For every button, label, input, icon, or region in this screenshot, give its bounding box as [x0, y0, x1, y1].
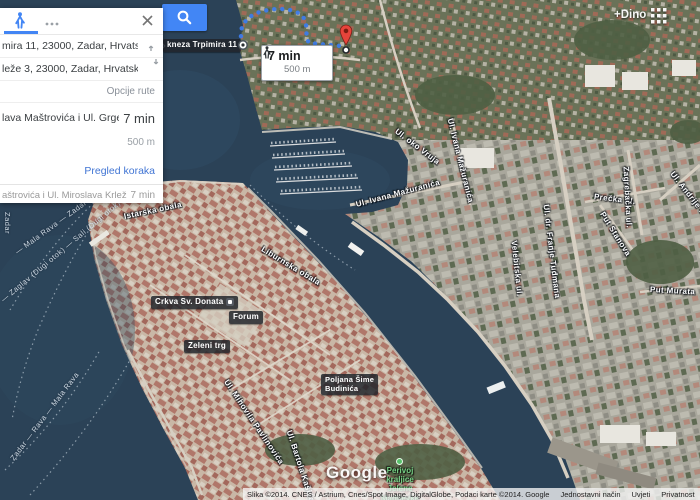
callout-duration: 7 min	[268, 49, 301, 63]
alt-route-name: aštrovića i Ul. Miroslava Krleže	[2, 190, 127, 201]
ellipsis-icon	[44, 19, 60, 29]
alternative-route-row[interactable]: aštrovića i Ul. Miroslava Krleže 7 min	[0, 184, 163, 205]
poi-text: Zeleni trg	[188, 341, 226, 351]
poi-text: Poljana Šime	[325, 375, 374, 384]
travel-mode-tabs	[0, 8, 163, 35]
route-name: lava Maštrovića i Ul. Grge	[2, 112, 119, 124]
selected-route-row[interactable]: lava Maštrovića i Ul. Grge 7 min	[0, 103, 163, 133]
directions-panel: Opcije rute lava Maštrovića i Ul. Grge 7…	[0, 8, 163, 203]
google-profile-link[interactable]: +Dino	[614, 9, 646, 21]
poi-label-zeleni-trg[interactable]: Zeleni trg	[184, 340, 230, 353]
water-label-zadar: Zadar	[3, 212, 12, 234]
route-options-row: Opcije rute	[0, 81, 163, 103]
swap-endpoints-button[interactable]	[147, 43, 160, 67]
close-directions-button[interactable]	[141, 14, 154, 27]
attribution-bar: Slika ©2014. CNES / Astrium, Cnes/Spot I…	[243, 488, 700, 500]
route-options-link[interactable]: Opcije rute	[107, 86, 163, 97]
apps-grid-icon	[651, 8, 667, 24]
more-modes-button[interactable]	[44, 16, 60, 26]
poi-text: Forum	[233, 312, 259, 322]
poi-label-crkva-sv-donata[interactable]: Crkva Sv. Donata	[151, 296, 238, 309]
search-button[interactable]	[162, 4, 207, 31]
attribution-link-lite-mode[interactable]: Jednostavni način	[560, 490, 620, 499]
swap-arrows-icon	[147, 43, 160, 67]
landmark-icon	[226, 298, 234, 306]
route-distance-row: 500 m	[0, 133, 163, 157]
walking-icon	[262, 46, 272, 59]
google-watermark: Google	[326, 463, 388, 483]
origin-input[interactable]	[0, 40, 138, 52]
walking-icon	[13, 12, 27, 29]
close-icon	[141, 14, 154, 27]
apps-grid-button[interactable]	[651, 8, 667, 24]
route-callout[interactable]: 7 min 500 m	[261, 45, 333, 81]
step-overview-link[interactable]: Pregled koraka	[84, 165, 163, 177]
route-start-marker[interactable]	[237, 39, 249, 51]
destination-field-row	[0, 58, 163, 81]
origin-address-label[interactable]: kneza Trpimira 11	[163, 39, 241, 52]
google-maps-app: kneza Trpimira 11 7 min 500 m Crkva Sv. …	[0, 0, 700, 500]
origin-field-row	[0, 35, 163, 58]
alt-route-duration: 7 min	[131, 190, 155, 201]
park-label-line1: Perivoj kraljice	[386, 466, 414, 484]
attribution-link-privacy[interactable]: Privatnost	[661, 490, 694, 499]
search-icon	[176, 9, 193, 26]
map-credits: Slika ©2014. CNES / Astrium, Cnes/Spot I…	[247, 490, 549, 499]
steps-row: Pregled koraka	[0, 157, 163, 184]
attribution-link-terms[interactable]: Uvjeti	[632, 490, 651, 499]
destination-input[interactable]	[0, 63, 138, 75]
poi-text: Budinića	[325, 384, 358, 393]
poi-label-forum[interactable]: Forum	[229, 311, 263, 324]
origin-address-text: kneza Trpimira 11	[167, 40, 237, 50]
route-duration: 7 min	[123, 111, 155, 126]
destination-pin[interactable]	[338, 24, 354, 54]
poi-text: Crkva Sv. Donata	[155, 297, 223, 307]
walking-mode-tab[interactable]	[13, 12, 29, 30]
route-distance: 500 m	[127, 133, 163, 148]
park-marker-dot	[396, 458, 403, 465]
active-tab-indicator	[4, 31, 38, 34]
poi-label-poljana[interactable]: Poljana Šime Budinića	[321, 374, 378, 395]
callout-distance: 500 m	[284, 64, 326, 75]
